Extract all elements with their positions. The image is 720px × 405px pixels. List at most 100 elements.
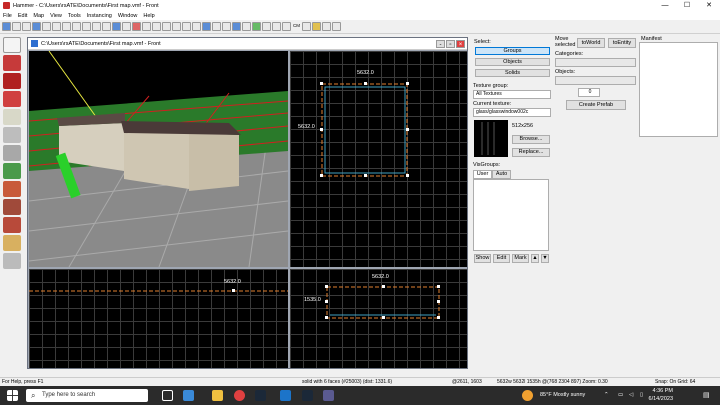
radius-culling-icon[interactable] <box>312 22 321 31</box>
clock-date[interactable]: 6/14/2023 <box>635 396 673 402</box>
tab-user[interactable]: User <box>473 170 492 179</box>
volume-icon[interactable]: ◁ <box>629 392 633 398</box>
overlay-icon[interactable] <box>222 22 231 31</box>
menu-tools[interactable]: Tools <box>68 13 81 19</box>
menu-file[interactable]: File <box>3 13 12 19</box>
snap-icon[interactable] <box>42 22 51 31</box>
vertex-tool-icon[interactable] <box>3 199 21 215</box>
block-tool-icon[interactable] <box>3 109 21 125</box>
move-down-button[interactable]: ▼ <box>541 254 549 263</box>
file-explorer-icon[interactable] <box>212 390 223 401</box>
viewport-3d[interactable] <box>29 51 288 267</box>
visgroup-show-button[interactable]: Show <box>474 254 491 263</box>
entity-report-icon[interactable] <box>282 22 291 31</box>
viewport-front[interactable]: 5632.0 <box>29 269 288 368</box>
path-tool-icon[interactable] <box>3 217 21 233</box>
manifest-list[interactable] <box>639 42 718 137</box>
tie-to-entity-icon[interactable] <box>162 22 171 31</box>
group-icon[interactable] <box>142 22 151 31</box>
to-world-button[interactable]: toWorld <box>577 38 605 48</box>
windows-start-icon[interactable] <box>7 390 18 401</box>
menu-window[interactable]: Window <box>118 13 138 19</box>
entity-tool-icon[interactable] <box>3 91 21 107</box>
create-prefab-button[interactable]: Create Prefab <box>566 100 626 110</box>
selection-tool-icon[interactable] <box>3 37 21 53</box>
objects-dropdown[interactable] <box>555 76 636 85</box>
texture-lock-icon[interactable] <box>122 22 131 31</box>
decal-icon[interactable] <box>212 22 221 31</box>
map-close-button[interactable]: × <box>456 40 465 48</box>
ignore-groups-icon[interactable] <box>102 22 111 31</box>
texture-tool-icon[interactable] <box>3 127 21 143</box>
menu-edit[interactable]: Edit <box>18 13 27 19</box>
3d-grid-icon[interactable] <box>32 22 41 31</box>
select-objects-button[interactable]: Objects <box>475 58 550 66</box>
texture-bar-icon[interactable] <box>202 22 211 31</box>
flip-icon[interactable] <box>192 22 201 31</box>
close-button[interactable]: ✕ <box>698 0 720 11</box>
overlay-tool-icon[interactable] <box>3 235 21 251</box>
viewport-side[interactable]: 5632.0 1535.0 <box>290 269 467 368</box>
cut-icon[interactable] <box>52 22 61 31</box>
tab-auto[interactable]: Auto <box>492 170 511 179</box>
menu-instancing[interactable]: Instancing <box>87 13 112 19</box>
map-minimize-button[interactable]: - <box>436 40 445 48</box>
notification-icon[interactable]: ▤ <box>703 391 710 399</box>
apply-texture-icon[interactable] <box>3 145 21 161</box>
model-icon[interactable] <box>232 22 241 31</box>
to-entity-button[interactable]: toEntity <box>608 38 636 48</box>
camera-tool-icon[interactable] <box>3 73 21 89</box>
browse-button[interactable]: Browse... <box>512 135 550 144</box>
chrome-icon[interactable] <box>234 390 245 401</box>
decal-tool-icon[interactable] <box>3 163 21 179</box>
viewport-top[interactable]: 5632.0 5632.0 <box>290 51 467 267</box>
steam-icon[interactable] <box>255 390 266 401</box>
mail-icon[interactable] <box>280 390 291 401</box>
categories-dropdown[interactable] <box>555 58 636 67</box>
minimize-button[interactable]: — <box>654 0 676 11</box>
taskbar-search-input[interactable]: Type here to search <box>26 389 148 402</box>
cordon-label[interactable]: CM <box>292 22 301 31</box>
clip-tool-icon[interactable] <box>3 181 21 197</box>
run-map-icon[interactable] <box>262 22 271 31</box>
menu-map[interactable]: Map <box>33 13 44 19</box>
move-to-world-icon[interactable] <box>172 22 181 31</box>
visgroup-mark-button[interactable]: Mark <box>512 254 529 263</box>
current-texture-field[interactable]: glass/glasswindow002c <box>473 108 551 117</box>
prefab-count-stepper[interactable]: 0 <box>578 88 600 97</box>
texture-group-dropdown[interactable]: All Textures <box>473 90 551 99</box>
clock-time[interactable]: 4:36 PM <box>635 388 673 394</box>
instances-icon[interactable] <box>252 22 261 31</box>
compile-icon[interactable] <box>332 22 341 31</box>
redo-icon[interactable] <box>92 22 101 31</box>
grid-toggle-icon[interactable] <box>2 22 11 31</box>
hide-icon[interactable] <box>112 22 121 31</box>
menu-help[interactable]: Help <box>143 13 154 19</box>
carve-icon[interactable] <box>132 22 141 31</box>
replace-button[interactable]: Replace... <box>512 148 550 157</box>
select-groups-button[interactable]: Groups <box>475 47 550 55</box>
grid-larger-icon[interactable] <box>22 22 31 31</box>
grid-smaller-icon[interactable] <box>12 22 21 31</box>
select-solids-button[interactable]: Solids <box>475 69 550 77</box>
weather-text[interactable]: 85°F Mostly sunny <box>540 392 585 398</box>
prefab-icon[interactable] <box>272 22 281 31</box>
teams-icon[interactable] <box>183 390 194 401</box>
undo-icon[interactable] <box>82 22 91 31</box>
maximize-button[interactable]: ☐ <box>676 0 698 11</box>
paste-icon[interactable] <box>72 22 81 31</box>
ungroup-icon[interactable] <box>152 22 161 31</box>
helpers-icon[interactable] <box>242 22 251 31</box>
visgroup-edit-button[interactable]: Edit <box>493 254 510 263</box>
copy-icon[interactable] <box>62 22 71 31</box>
hierarchy-tool-icon[interactable] <box>3 253 21 269</box>
magnify-tool-icon[interactable] <box>3 55 21 71</box>
menu-view[interactable]: View <box>50 13 62 19</box>
network-icon[interactable]: ▭ <box>618 392 623 398</box>
map-restore-button[interactable]: ▫ <box>446 40 455 48</box>
visgroups-list[interactable] <box>473 179 549 251</box>
task-view-icon[interactable] <box>162 390 173 401</box>
cordon-icon[interactable] <box>302 22 311 31</box>
tray-overflow-icon[interactable]: ⌃ <box>604 392 609 398</box>
steam-app-icon[interactable] <box>302 390 313 401</box>
